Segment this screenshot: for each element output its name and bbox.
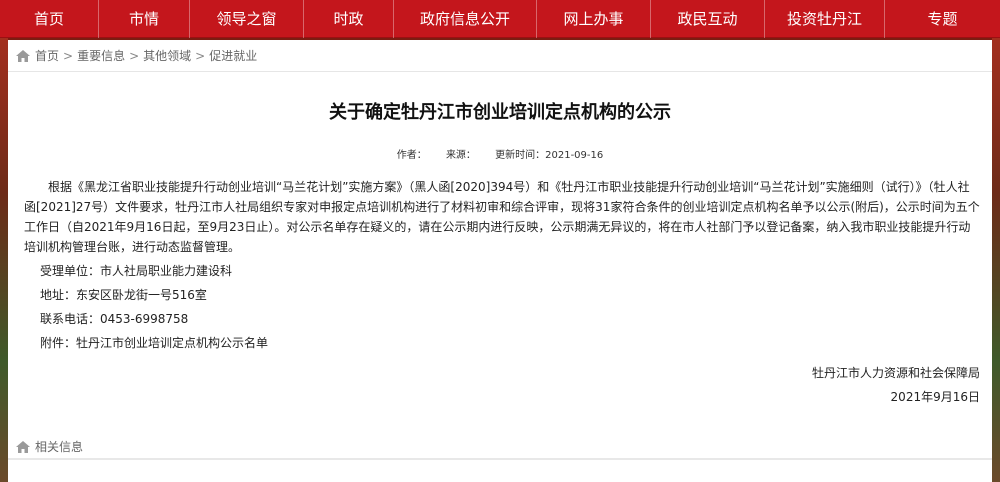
- updated-time: 更新时间：2021-09-16: [495, 150, 604, 161]
- content-panel: 首页 > 重要信息 > 其他领域 > 促进就业 关于确定牡丹江市创业培训定点机构…: [8, 40, 992, 482]
- nav-item-invest[interactable]: 投资牡丹江: [765, 0, 885, 38]
- page-title: 关于确定牡丹江市创业培训定点机构的公示: [329, 102, 671, 123]
- phone-line: 联系电话：0453-6998758: [40, 312, 189, 326]
- nav-item-gov-info[interactable]: 政府信息公开: [394, 0, 537, 38]
- breadcrumb-separator: >: [195, 48, 206, 63]
- related-divider: [8, 458, 992, 460]
- nav-item-city-info[interactable]: 市情: [99, 0, 190, 38]
- breadcrumb-other-fields[interactable]: 其他领域: [143, 40, 191, 72]
- breadcrumb: 首页 > 重要信息 > 其他领域 > 促进就业: [8, 40, 992, 72]
- right-decoration: [992, 0, 1000, 482]
- main-nav: 首页 市情 领导之窗 时政 政府信息公开 网上办事 政民互动 投资牡丹江 专题: [0, 0, 1000, 38]
- breadcrumb-employment[interactable]: 促进就业: [209, 40, 257, 72]
- signature-block: 牡丹江市人力资源和社会保障局 2021年9月16日: [24, 361, 980, 409]
- dept-line: 受理单位：市人社局职业能力建设科: [40, 264, 233, 278]
- nav-item-online-service[interactable]: 网上办事: [537, 0, 651, 38]
- address-line: 地址：东安区卧龙街一号516室: [40, 288, 207, 302]
- related-info: 相关信息: [16, 438, 83, 455]
- breadcrumb-separator: >: [129, 48, 140, 63]
- sign-date: 2021年9月16日: [890, 390, 980, 404]
- home-icon: [16, 440, 30, 453]
- breadcrumb-separator: >: [63, 48, 74, 63]
- source-label: 来源：: [445, 150, 476, 161]
- nav-item-home[interactable]: 首页: [0, 0, 99, 38]
- breadcrumb-important-info[interactable]: 重要信息: [77, 40, 125, 72]
- nav-item-leaders[interactable]: 领导之窗: [190, 0, 304, 38]
- related-info-label: 相关信息: [35, 440, 84, 454]
- author-label: 作者：: [396, 150, 427, 161]
- nav-item-topics[interactable]: 专题: [885, 0, 1000, 38]
- article-meta: 作者： 来源： 更新时间：2021-09-16: [8, 146, 992, 161]
- signer: 牡丹江市人力资源和社会保障局: [811, 366, 980, 380]
- left-decoration: [0, 0, 8, 482]
- attachment-line[interactable]: 附件：牡丹江市创业培训定点机构公示名单: [24, 333, 980, 353]
- article-paragraph: 根据《黑龙江省职业技能提升行动创业培训“马兰花计划”实施方案》（黑人函[2020…: [24, 180, 980, 254]
- home-icon: [16, 49, 30, 62]
- nav-item-interaction[interactable]: 政民互动: [651, 0, 765, 38]
- breadcrumb-home[interactable]: 首页: [35, 40, 59, 72]
- nav-item-politics[interactable]: 时政: [304, 0, 394, 38]
- article-body: 根据《黑龙江省职业技能提升行动创业培训“马兰花计划”实施方案》（黑人函[2020…: [8, 177, 992, 409]
